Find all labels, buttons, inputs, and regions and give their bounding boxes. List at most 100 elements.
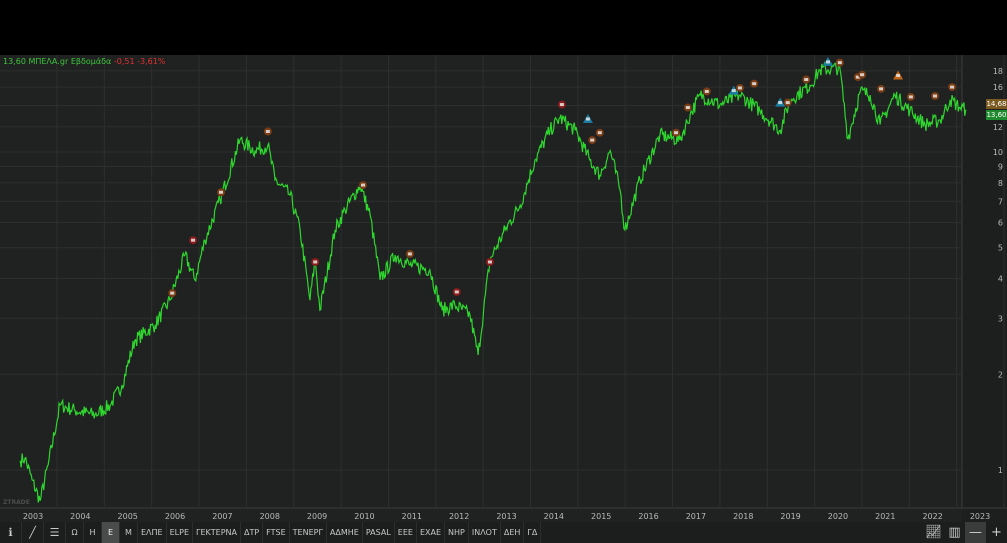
signal-marker-D — [906, 92, 915, 101]
y-tick-label: 5 — [998, 244, 1003, 253]
x-tick-label: 2010 — [354, 512, 374, 521]
signal-glyph — [590, 138, 595, 142]
toolbar-item-5[interactable]: ELPE — [167, 522, 193, 543]
header-symbol: ΜΠΕΛΑ.gr — [28, 57, 69, 66]
right-tools: 📈︎ ▥ — + — [923, 522, 1007, 543]
toolbar-item-1[interactable]: Η — [84, 522, 102, 543]
signal-glyph — [487, 260, 492, 264]
chart-header: 13,60 ΜΠΕΛΑ.gr Εβδομάδα -0,51 -3,61% — [3, 57, 165, 66]
signal-marker-D — [672, 128, 681, 137]
x-tick-label: 2011 — [402, 512, 422, 521]
y-tick-label: 1 — [998, 466, 1003, 475]
toolbar-item-6[interactable]: ΓΕΚΤΕΡΝΑ — [193, 522, 241, 543]
signal-glyph — [585, 117, 590, 121]
signal-marker-E — [582, 113, 593, 123]
toolbar-item-13[interactable]: ΕΧΑΕ — [417, 522, 446, 543]
signal-marker-D — [835, 58, 844, 67]
price-line — [19, 61, 967, 503]
signal-marker-D — [168, 289, 177, 298]
toolbar-item-11[interactable]: PASAL — [363, 522, 395, 543]
signal-marker-D — [931, 92, 940, 101]
info-icon[interactable]: ℹ — [0, 522, 22, 543]
signal-glyph — [704, 89, 709, 93]
x-tick-label: 2004 — [70, 512, 90, 521]
toolbar-item-15[interactable]: ΙΝΛΟΤ — [469, 522, 501, 543]
signal-glyph — [454, 290, 459, 294]
signal-marker-D — [405, 249, 414, 258]
signal-glyph — [933, 94, 938, 98]
toolbar-item-9[interactable]: ΤΕΝΕΡΓ — [290, 522, 327, 543]
signal-glyph — [597, 131, 602, 135]
signal-marker-D — [683, 103, 692, 112]
y-tick-label: 16 — [993, 83, 1003, 92]
y-tick-label: 9 — [998, 163, 1003, 172]
toolbar-item-4[interactable]: ΕΛΠΕ — [138, 522, 167, 543]
x-tick-label: 2009 — [307, 512, 327, 521]
signal-marker-S — [189, 236, 198, 245]
price-chart[interactable]: 1234567891012141618200320042005200620072… — [0, 0, 1007, 543]
signal-glyph — [804, 78, 809, 82]
signal-marker-D — [783, 98, 792, 107]
signal-glyph — [826, 60, 831, 64]
signal-glyph — [313, 260, 318, 264]
signal-glyph — [685, 106, 690, 110]
toolbar-item-16[interactable]: ΔΕΗ — [501, 522, 525, 543]
x-tick-label: 2007 — [212, 512, 232, 521]
y-tick-label: 4 — [998, 275, 1003, 284]
header-price: 13,60 — [3, 57, 26, 66]
signal-glyph — [785, 101, 790, 105]
header-period: Εβδομάδα — [70, 57, 112, 66]
y-tick-label: 8 — [998, 179, 1003, 188]
toolbar-item-14[interactable]: ΝΗΡ — [445, 522, 469, 543]
zoom-in-icon[interactable]: + — [986, 522, 1007, 543]
x-tick-label: 2021 — [875, 512, 895, 521]
upper-price-tag: 14,68 — [986, 99, 1007, 109]
toolbar-item-3[interactable]: Μ — [120, 522, 138, 543]
signal-marker-D — [263, 127, 272, 136]
header-change-pct: -3,61% — [137, 57, 166, 66]
signal-marker-D — [948, 83, 957, 92]
signal-glyph — [908, 95, 913, 99]
x-tick-label: 2022 — [922, 512, 942, 521]
signal-marker-D — [359, 181, 368, 190]
signal-glyph — [860, 73, 865, 77]
last-price-tag: 13,60 — [986, 110, 1007, 120]
toolbar-item-7[interactable]: ΔΤΡ — [241, 522, 264, 543]
draw-line-icon[interactable]: ╱ — [22, 522, 44, 543]
signal-marker-D — [802, 75, 811, 84]
signal-marker-D — [858, 70, 867, 79]
y-tick-label: 12 — [993, 123, 1003, 132]
signal-marker-D — [877, 84, 886, 93]
x-tick-label: 2005 — [118, 512, 138, 521]
y-tick-label: 18 — [993, 67, 1003, 76]
signal-glyph — [778, 101, 783, 105]
signal-glyph — [674, 131, 679, 135]
toolbar-item-12[interactable]: ΕΕΕ — [395, 522, 417, 543]
signal-glyph — [407, 252, 412, 256]
x-tick-label: 2019 — [780, 512, 800, 521]
toolbar-item-2[interactable]: Ε — [102, 522, 120, 543]
signal-glyph — [731, 89, 736, 93]
watermark-logo: ZTRADE — [3, 499, 30, 506]
signal-marker-S — [557, 100, 566, 109]
x-tick-label: 2015 — [591, 512, 611, 521]
toolbar-item-8[interactable]: FTSE — [263, 522, 290, 543]
signal-marker-D — [750, 79, 759, 88]
y-tick-label: 10 — [993, 148, 1003, 157]
bar-chart-icon[interactable]: ▥ — [944, 522, 965, 543]
toolbar-item-10[interactable]: ΑΔΜΗΕ — [327, 522, 363, 543]
x-tick-label: 2016 — [638, 512, 658, 521]
x-tick-label: 2013 — [496, 512, 516, 521]
indicators-icon[interactable]: ☰ — [44, 522, 66, 543]
x-tick-label: 2020 — [828, 512, 848, 521]
signal-marker-S — [485, 257, 494, 266]
line-chart-icon[interactable]: 📈︎ — [923, 522, 944, 543]
zoom-out-icon[interactable]: — — [965, 522, 986, 543]
x-tick-label: 2006 — [165, 512, 185, 521]
toolbar-item-17[interactable]: ΓΔ — [524, 522, 542, 543]
x-tick-label: 2012 — [449, 512, 469, 521]
toolbar-item-0[interactable]: Ω — [66, 522, 84, 543]
signal-marker-D — [702, 87, 711, 96]
x-tick-label: 2014 — [544, 512, 564, 521]
signal-marker-D — [595, 128, 604, 137]
